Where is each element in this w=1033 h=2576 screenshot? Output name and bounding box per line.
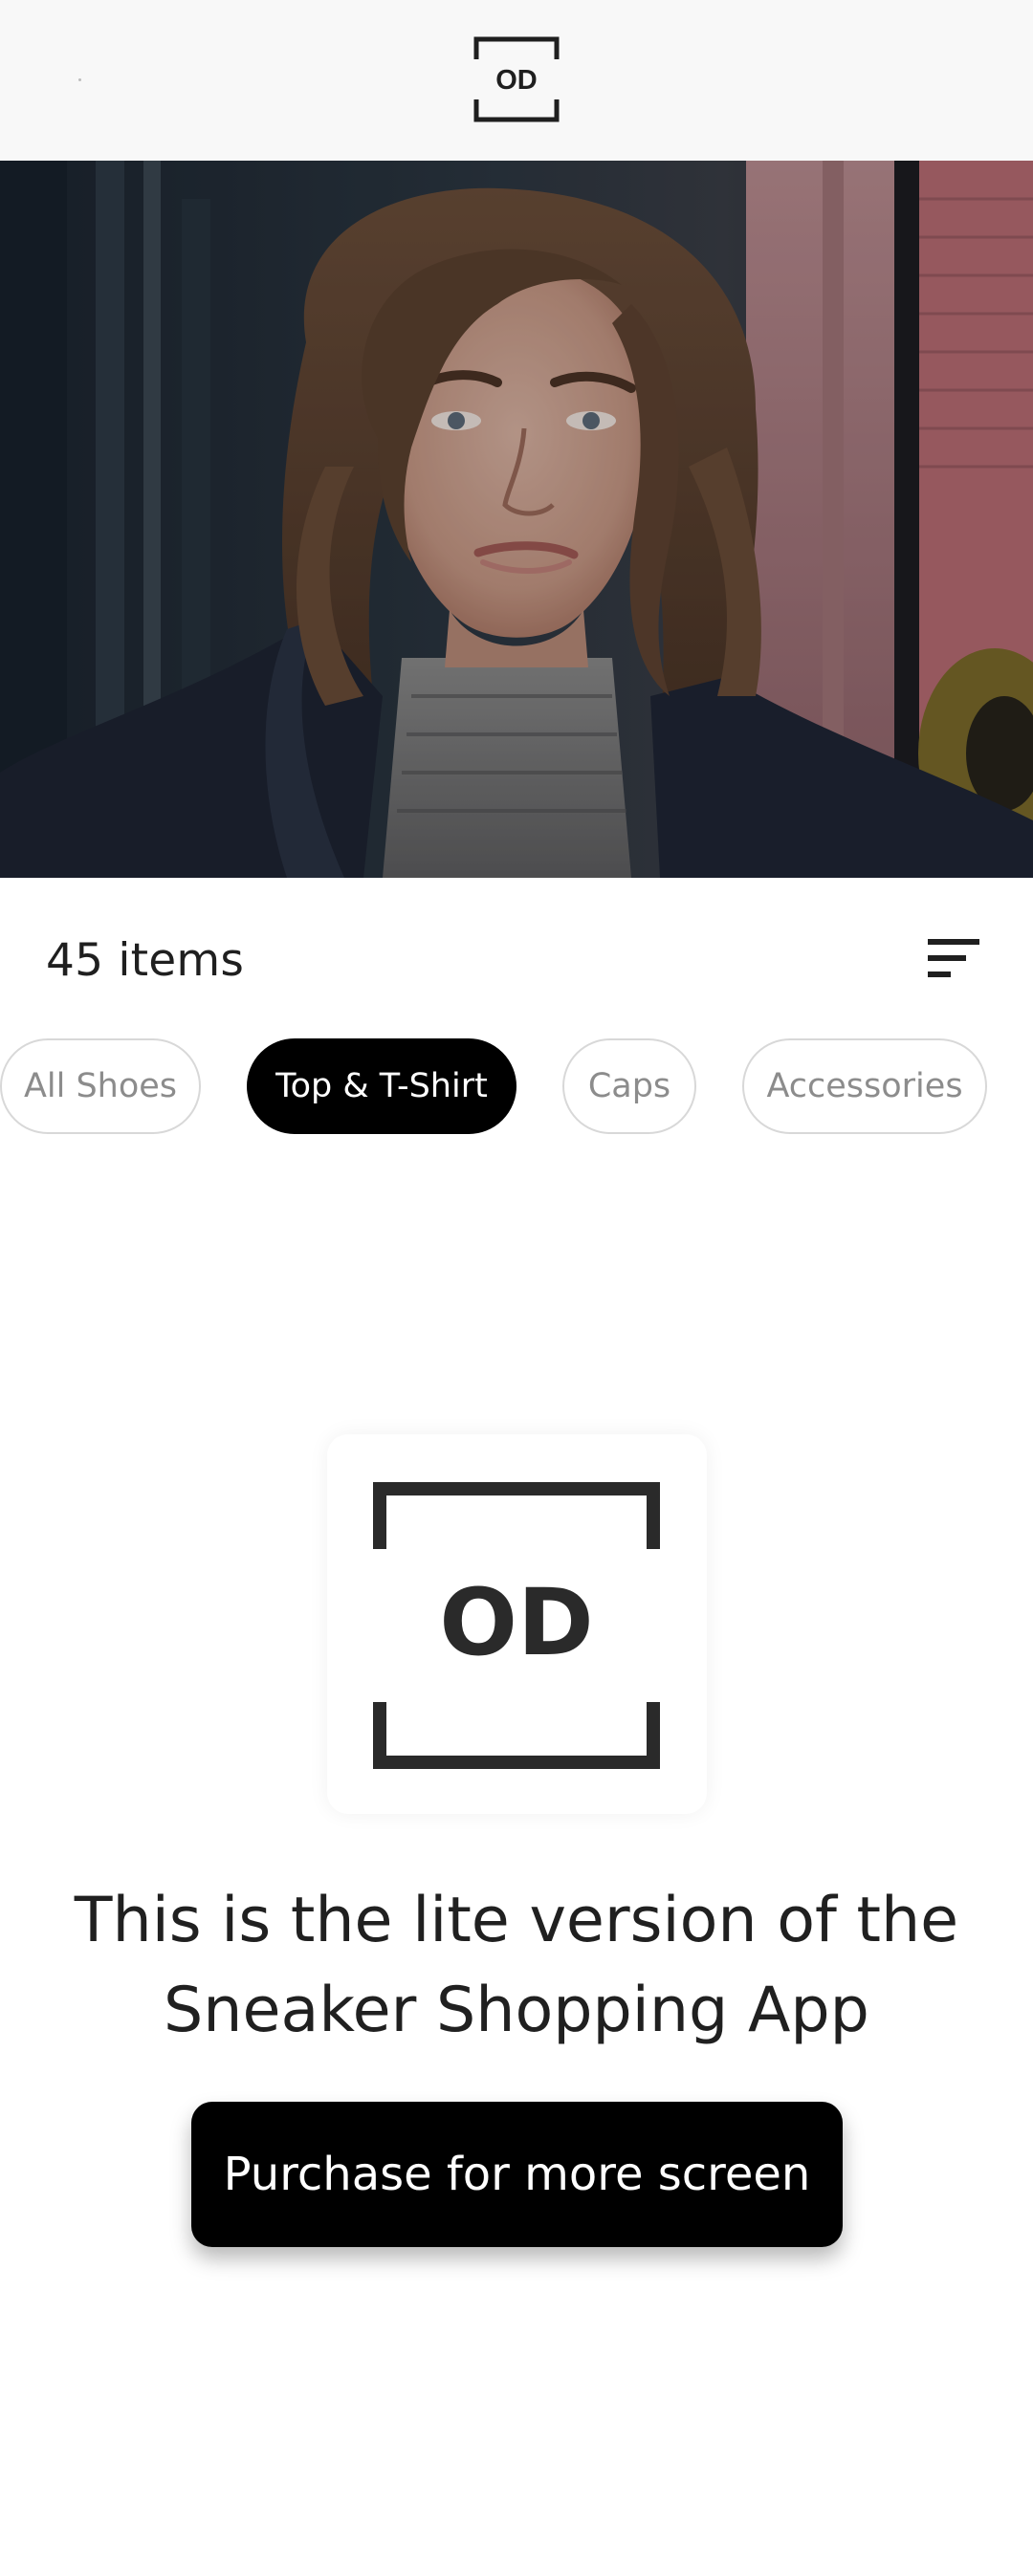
purchase-button[interactable]: Purchase for more screen [191, 2102, 843, 2247]
brand-logo[interactable]: OD [473, 36, 560, 122]
promo-logo-card: OD [327, 1434, 707, 1814]
lite-version-message-line1: This is the lite version of the [74, 1885, 959, 1956]
category-chip-all-shoes[interactable]: All Shoes [0, 1038, 201, 1134]
promo-logo: OD [373, 1482, 660, 1769]
category-chip-top-tshirt[interactable]: Top & T-Shirt [247, 1038, 516, 1134]
items-count-label: 45 items [46, 934, 245, 987]
brand-logo-text: OD [495, 65, 538, 96]
app-header: OD [0, 0, 1033, 161]
screen: OD 45 items All Shoes Top & T-Shirt Caps… [0, 0, 1033, 2576]
category-chip-caps[interactable]: Caps [562, 1038, 696, 1134]
lite-version-message: This is the lite version of the Sneaker … [57, 1876, 976, 2056]
sort-filter-icon[interactable] [918, 935, 983, 983]
back-arrow-icon[interactable] [67, 67, 92, 92]
hero-banner-image [0, 161, 1033, 878]
category-chips: All Shoes Top & T-Shirt Caps Accessories [0, 1038, 1033, 1138]
category-chip-accessories[interactable]: Accessories [742, 1038, 987, 1134]
promo-logo-text: OD [439, 1569, 593, 1676]
lite-version-message-line2: Sneaker Shopping App [164, 1975, 869, 2046]
